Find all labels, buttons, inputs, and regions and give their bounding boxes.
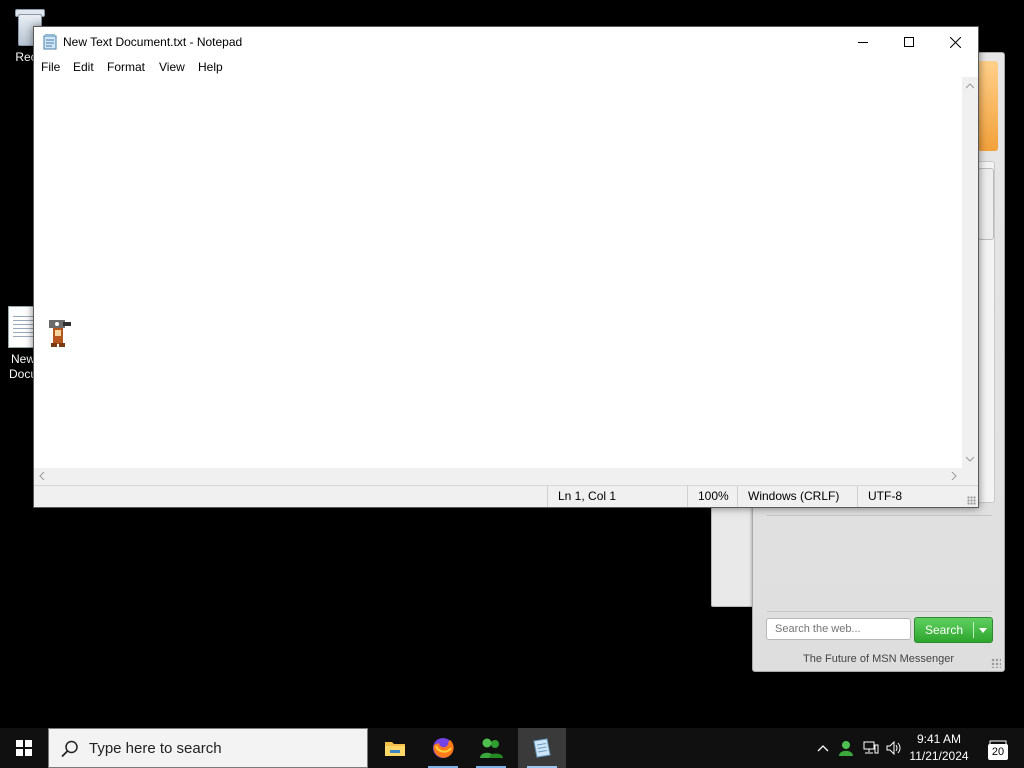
firefox-icon: [433, 738, 454, 758]
taskbar-search-box[interactable]: Type here to search: [48, 728, 368, 768]
divider: [767, 515, 992, 516]
search-icon: [61, 740, 78, 758]
status-encoding: UTF-8: [857, 486, 962, 507]
close-button[interactable]: [932, 27, 978, 57]
title-bar[interactable]: New Text Document.txt - Notepad: [34, 27, 978, 57]
minimize-icon: [858, 42, 868, 43]
menu-edit[interactable]: Edit: [73, 60, 94, 74]
windows-logo-icon: [16, 740, 32, 756]
maximize-icon: [904, 37, 914, 47]
network-icon: [863, 741, 879, 754]
file-explorer-icon: [385, 742, 405, 756]
minimize-button[interactable]: [840, 27, 886, 57]
text-editor-area[interactable]: [34, 77, 962, 468]
tray-volume[interactable]: [884, 728, 904, 768]
notepad-icon: [533, 738, 551, 758]
notification-count-badge: 20: [988, 744, 1008, 760]
msn-web-search-input[interactable]: [766, 618, 911, 640]
msn-search-button-label: Search: [924, 623, 964, 637]
notepad-icon: [43, 34, 57, 50]
menu-help[interactable]: Help: [198, 60, 223, 74]
clock-date: 11/21/2024: [909, 749, 969, 763]
scrollbar-corner: [962, 468, 978, 485]
menu-bar: File Edit Format View Help: [34, 57, 978, 77]
scroll-right-icon[interactable]: [951, 472, 957, 480]
msn-footer-text: The Future of MSN Messenger: [802, 653, 954, 665]
msn-buddy-icon: [839, 741, 853, 756]
show-hidden-icons-button[interactable]: [814, 728, 832, 768]
status-zoom: 100%: [687, 486, 737, 507]
scroll-down-icon[interactable]: [966, 456, 974, 462]
chevron-up-icon: [817, 745, 829, 752]
window-title: New Text Document.txt - Notepad: [63, 35, 243, 49]
volume-icon: [886, 741, 901, 755]
tray-network[interactable]: [860, 728, 882, 768]
msn-messenger-icon: [480, 738, 503, 758]
chevron-down-icon[interactable]: [979, 627, 987, 633]
start-button[interactable]: [0, 728, 48, 768]
msn-scrollbar[interactable]: [978, 168, 994, 240]
taskbar-search-placeholder: Type here to search: [89, 740, 222, 757]
horizontal-scrollbar[interactable]: [34, 468, 962, 485]
taskbar-app-notepad[interactable]: [518, 728, 566, 768]
tray-msn-status[interactable]: [836, 728, 856, 768]
menu-view[interactable]: View: [159, 60, 185, 74]
maximize-button[interactable]: [886, 27, 932, 57]
msn-secondary-window: [711, 505, 754, 607]
status-cursor-position: Ln 1, Col 1: [547, 486, 687, 507]
close-icon: [949, 36, 961, 48]
character-sprite-icon[interactable]: [46, 316, 72, 348]
taskbar-app-firefox[interactable]: [419, 728, 467, 768]
msn-header-accent: [978, 61, 998, 151]
menu-format[interactable]: Format: [107, 60, 145, 74]
resize-grip-icon[interactable]: [967, 496, 976, 505]
resize-grip-icon[interactable]: [991, 658, 1001, 668]
notepad-window: New Text Document.txt - Notepad File Edi…: [33, 26, 979, 508]
divider: [767, 611, 992, 612]
scroll-left-icon[interactable]: [39, 472, 45, 480]
scroll-up-icon[interactable]: [966, 83, 974, 89]
vertical-scrollbar[interactable]: [962, 77, 978, 468]
taskbar: Type here to search 9:41 AM 11/21/2024: [0, 728, 1024, 768]
menu-file[interactable]: File: [41, 60, 60, 74]
taskbar-app-file-explorer[interactable]: [371, 728, 419, 768]
taskbar-app-msn-messenger[interactable]: [467, 728, 515, 768]
clock-time: 9:41 AM: [916, 732, 962, 746]
msn-search-button[interactable]: Search: [914, 617, 993, 643]
taskbar-clock[interactable]: 9:41 AM 11/21/2024: [904, 731, 974, 765]
status-line-ending: Windows (CRLF): [737, 486, 857, 507]
status-bar: Ln 1, Col 1 100% Windows (CRLF) UTF-8: [34, 485, 978, 507]
